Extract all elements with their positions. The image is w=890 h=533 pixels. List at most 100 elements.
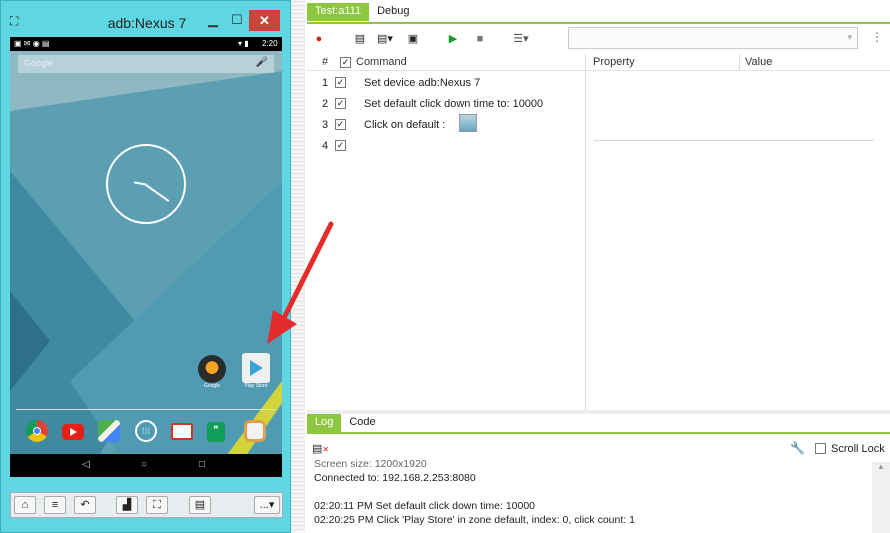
app-label: Play Store	[244, 383, 268, 389]
nav-home-button[interactable]: ○	[141, 459, 147, 470]
grid-header-divider	[586, 70, 890, 71]
close-button[interactable]: ✕	[249, 10, 280, 31]
log-output: Screen size: 1200x1920 Connected to: 192…	[314, 458, 874, 527]
nav-recents-button[interactable]: □	[199, 459, 205, 470]
command-text: Click on default :	[364, 119, 446, 131]
maps-icon[interactable]	[98, 420, 120, 442]
scroll-up-icon[interactable]: ▲	[872, 462, 890, 471]
table-row[interactable]: 1 ✓ Set device adb:Nexus 7	[307, 74, 585, 95]
clock-minute-hand	[134, 181, 147, 186]
gmail-icon[interactable]	[171, 423, 193, 440]
column-header-value: Value	[745, 56, 773, 68]
grid-header-divider	[307, 70, 585, 71]
horizontal-splitter[interactable]	[307, 410, 890, 414]
play-icon[interactable]: ▶	[446, 32, 460, 46]
android-nav-bar: ◁ ○ □	[10, 454, 282, 477]
analog-clock	[106, 144, 186, 224]
home-app-google[interactable]: Google	[195, 355, 229, 389]
insert-dropdown-icon[interactable]: ▤▾	[373, 32, 397, 46]
properties-divider	[594, 140, 874, 141]
more-label: ...	[259, 499, 269, 511]
command-text: Set default click down time to: 10000	[364, 98, 544, 110]
row-number: 1	[322, 77, 329, 89]
photos-icon[interactable]	[244, 420, 266, 442]
google-apps-icon	[198, 355, 226, 383]
screenshot-icon[interactable]: ▟	[116, 496, 138, 514]
stop-icon[interactable]: ■	[473, 32, 487, 46]
app-label: Google	[203, 383, 221, 389]
emulator-toolbar: ⌂ ≡ ↶ ▟ ⛶ ▤ ...▾	[10, 492, 283, 518]
emulator-app-icon: ⛶	[10, 14, 19, 28]
hangouts-icon[interactable]: ❞	[207, 422, 225, 442]
table-row[interactable]: 3 ✓ Click on default :	[307, 114, 585, 137]
tab-test[interactable]: Test:a111	[307, 3, 370, 21]
wrench-icon[interactable]: 🔧	[790, 441, 805, 455]
row-number: 2	[322, 98, 329, 110]
log-line: 02:20:25 PM Click 'Play Store' in zone d…	[314, 514, 635, 526]
column-header-property: Property	[593, 56, 635, 68]
fit-screen-icon[interactable]: ⛶	[146, 496, 168, 514]
record-icon[interactable]: ▤	[189, 496, 211, 514]
nav-back-button[interactable]: ◁	[82, 459, 90, 470]
row-number: 3	[322, 119, 329, 131]
save-icon[interactable]: ▣	[406, 32, 420, 46]
youtube-icon[interactable]	[62, 424, 84, 440]
overflow-menu-icon[interactable]: ⋮	[871, 30, 883, 44]
annotation-arrow	[267, 221, 334, 344]
home-app-play-store[interactable]: Play Store	[239, 353, 273, 389]
column-separator	[739, 54, 740, 70]
select-all-checkbox[interactable]: ✓	[340, 57, 351, 68]
microphone-icon[interactable]: 🎤	[256, 57, 268, 68]
row-checkbox[interactable]: ✓	[335, 98, 346, 109]
more-options-button[interactable]: ...▾	[254, 496, 280, 514]
log-line: 02:20:11 PM Set default click down time:…	[314, 500, 536, 512]
notification-icons: ▣ ✉ ◉ ▤	[14, 39, 50, 48]
clear-log-icon[interactable]: ▤✕	[312, 442, 329, 455]
table-row[interactable]: 2 ✓ Set default click down time to: 1000…	[307, 95, 585, 116]
tab-debug[interactable]: Debug	[369, 3, 417, 21]
status-time: 2:20	[262, 39, 278, 48]
tab-code[interactable]: Code	[341, 414, 383, 432]
editor-tabs: Test:a111 Debug	[307, 3, 418, 21]
log-line: Connected to: 192.168.2.253:8080	[314, 472, 476, 484]
column-header-command: Command	[356, 56, 407, 68]
minimize-button[interactable]: ▁	[201, 11, 225, 30]
scroll-lock-checkbox[interactable]	[815, 443, 826, 454]
add-command-icon[interactable]: ▤	[353, 32, 367, 46]
row-number: 4	[322, 140, 329, 152]
device-screen[interactable]: ▣ ✉ ◉ ▤ ▾ ▮ 2:20 Google 🎤 Google Play St…	[10, 37, 282, 477]
log-scrollbar[interactable]: ▲	[872, 462, 890, 533]
emulator-window: ⛶ adb:Nexus 7 ▁ ☐ ✕ ▣ ✉ ◉ ▤ ▾ ▮ 2:20 Goo…	[0, 0, 291, 533]
command-grid: # ✓ Command 1 ✓ Set device adb:Nexus 7 2…	[307, 54, 585, 410]
menu-icon[interactable]: ≡	[44, 496, 66, 514]
row-checkbox[interactable]: ✓	[335, 77, 346, 88]
log-line: Screen size: 1200x1920	[314, 458, 427, 470]
google-search-bar[interactable]: Google 🎤	[18, 55, 274, 73]
wifi-battery-icons: ▾ ▮	[238, 39, 249, 48]
record-icon[interactable]: ●	[312, 32, 326, 46]
click-target-thumbnail[interactable]	[459, 114, 477, 132]
wallpaper	[10, 51, 282, 477]
back-icon[interactable]: ↶	[74, 496, 96, 514]
column-header-index: #	[322, 56, 329, 68]
clock-hour-hand	[145, 184, 170, 202]
log-tabs: Log Code	[307, 414, 384, 432]
chrome-icon[interactable]	[26, 420, 48, 442]
device-combo[interactable]: ▾	[568, 27, 858, 49]
status-bar: ▣ ✉ ◉ ▤ ▾ ▮ 2:20	[10, 37, 282, 51]
dock-divider	[16, 409, 276, 410]
table-row[interactable]: 4 ✓	[307, 137, 585, 158]
command-text: Set device adb:Nexus 7	[364, 77, 481, 89]
play-store-icon	[242, 353, 270, 383]
properties-panel: Property Value	[585, 54, 890, 410]
search-placeholder: Google	[24, 58, 54, 68]
row-checkbox[interactable]: ✓	[335, 119, 346, 130]
home-icon[interactable]: ⌂	[14, 496, 36, 514]
list-dropdown-icon[interactable]: ☰▾	[508, 32, 534, 46]
maximize-button[interactable]: ☐	[225, 11, 249, 30]
row-checkbox[interactable]: ✓	[335, 140, 346, 151]
tab-log[interactable]: Log	[307, 414, 342, 432]
app-drawer-icon[interactable]: ⁝⁝⁝	[135, 420, 157, 442]
scroll-lock-label: Scroll Lock	[831, 443, 885, 455]
